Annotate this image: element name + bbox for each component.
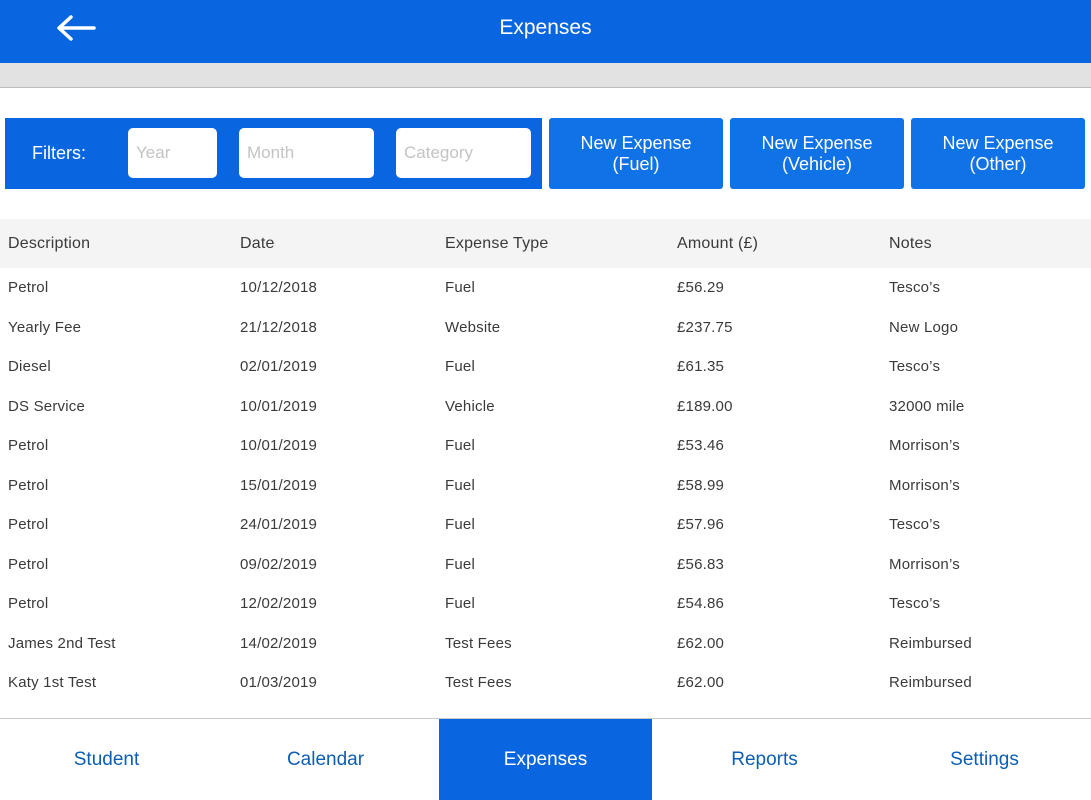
tab-settings[interactable]: Settings [878,719,1091,800]
cell-notes: Tesco’s [889,279,941,296]
table-row[interactable]: DS Service 10/01/2019 Vehicle £189.00 32… [0,387,1091,427]
cell-expense-type: Fuel [445,555,475,573]
cell-expense-type: Fuel [445,279,475,296]
cell-description: Katy 1st Test [8,674,97,691]
table-row[interactable]: Petrol 15/01/2019 Fuel £58.99 Morrison’s [0,466,1091,506]
table-row[interactable]: Petrol 24/01/2019 Fuel £57.96 Tesco’s [0,505,1091,545]
cell-date: 15/01/2019 [240,476,318,494]
cell-date: 10/12/2018 [240,279,318,296]
new-expense-other-button[interactable]: New Expense (Other) [911,118,1085,189]
cell-expense-type: Test Fees [445,634,512,652]
cell-notes: Morrison’s [889,437,960,454]
cell-description: Petrol [8,595,49,612]
table-row[interactable]: Petrol 12/02/2019 Fuel £54.86 Tesco’s [0,584,1091,624]
table-row[interactable]: Petrol 09/02/2019 Fuel £56.83 Morrison’s [0,545,1091,585]
cell-amount: £62.00 [677,634,725,652]
table-row[interactable]: Diesel 02/01/2019 Fuel £61.35 Tesco’s [0,347,1091,387]
column-header-notes[interactable]: Notes [889,219,932,268]
filters-label: Filters: [32,143,86,163]
cell-expense-type: Fuel [445,595,475,612]
cell-amount: £62.00 [677,674,725,691]
table-row[interactable]: Yearly Fee 21/12/2018 Website £237.75 Ne… [0,308,1091,348]
column-header-description[interactable]: Description [8,219,90,268]
cell-description: Petrol [8,476,49,494]
button-label-line1: New Expense [761,132,873,153]
cell-expense-type: Vehicle [445,397,495,415]
cell-date: 01/03/2019 [240,674,318,691]
cell-amount: £57.96 [677,516,725,533]
cell-description: DS Service [8,397,86,415]
cell-notes: Tesco’s [889,516,941,533]
cell-amount: £56.29 [677,279,725,296]
cell-expense-type: Fuel [445,476,475,494]
column-header-date[interactable]: Date [240,219,275,268]
cell-expense-type: Fuel [445,437,475,454]
tab-calendar[interactable]: Calendar [219,719,432,800]
new-expense-fuel-button[interactable]: New Expense (Fuel) [549,118,723,189]
button-label-line2: (Other) [969,153,1027,174]
sub-header-bar [0,63,1091,88]
cell-description: Petrol [8,555,49,573]
cell-date: 09/02/2019 [240,555,318,573]
cell-notes: Morrison’s [889,555,960,573]
button-label-line2: (Fuel) [612,153,660,174]
cell-description: Petrol [8,516,49,533]
year-filter-input[interactable] [128,128,217,178]
new-expense-vehicle-button[interactable]: New Expense (Vehicle) [730,118,904,189]
table-row[interactable]: James 2nd Test 14/02/2019 Test Fees £62.… [0,624,1091,664]
table-row[interactable]: Katy 1st Test 01/03/2019 Test Fees £62.0… [0,663,1091,703]
cell-notes: 32000 mile [889,397,965,415]
page-title: Expenses [499,16,592,39]
cell-description: Yearly Fee [8,318,82,336]
cell-amount: £56.83 [677,555,725,573]
tab-student[interactable]: Student [0,719,213,800]
cell-date: 24/01/2019 [240,516,318,533]
cell-date: 21/12/2018 [240,318,318,336]
table-row[interactable]: Petrol 10/01/2019 Fuel £53.46 Morrison’s [0,426,1091,466]
cell-amount: £189.00 [677,397,733,415]
month-filter-input[interactable] [239,128,374,178]
cell-expense-type: Fuel [445,358,475,375]
table-row[interactable]: Petrol 10/12/2018 Fuel £56.29 Tesco’s [0,268,1091,308]
category-filter-input[interactable] [396,128,531,178]
button-label-line1: New Expense [580,132,692,153]
column-header-amount[interactable]: Amount (£) [677,219,758,268]
cell-amount: £237.75 [677,318,733,336]
cell-date: 02/01/2019 [240,358,318,375]
cell-description: Petrol [8,279,49,296]
tab-expenses[interactable]: Expenses [439,719,652,800]
table-header: Description Date Expense Type Amount (£)… [0,219,1091,268]
tab-reports[interactable]: Reports [658,719,871,800]
cell-amount: £61.35 [677,358,725,375]
cell-date: 10/01/2019 [240,397,318,415]
cell-notes: Reimbursed [889,634,972,652]
cell-description: Petrol [8,437,49,454]
cell-amount: £54.86 [677,595,725,612]
button-label-line2: (Vehicle) [781,153,853,174]
cell-date: 12/02/2019 [240,595,318,612]
cell-expense-type: Website [445,318,501,336]
cell-notes: Tesco’s [889,595,941,612]
cell-notes: New Logo [889,318,959,336]
expenses-table[interactable]: Description Date Expense Type Amount (£)… [0,219,1091,718]
cell-date: 14/02/2019 [240,634,318,652]
cell-description: James 2nd Test [8,634,116,652]
cell-notes: Reimbursed [889,674,972,691]
filters-panel: Filters: [5,118,542,189]
cell-notes: Tesco’s [889,358,941,375]
column-header-expense-type[interactable]: Expense Type [445,219,549,268]
bottom-tab-bar: Student Calendar Expenses Reports Settin… [0,718,1091,800]
cell-date: 10/01/2019 [240,437,318,454]
button-label-line1: New Expense [942,132,1054,153]
cell-expense-type: Test Fees [445,674,512,691]
cell-amount: £58.99 [677,476,725,494]
top-navigation-bar: Expenses [0,0,1091,63]
cell-expense-type: Fuel [445,516,475,533]
cell-amount: £53.46 [677,437,725,454]
cell-notes: Morrison’s [889,476,960,494]
cell-description: Diesel [8,358,51,375]
